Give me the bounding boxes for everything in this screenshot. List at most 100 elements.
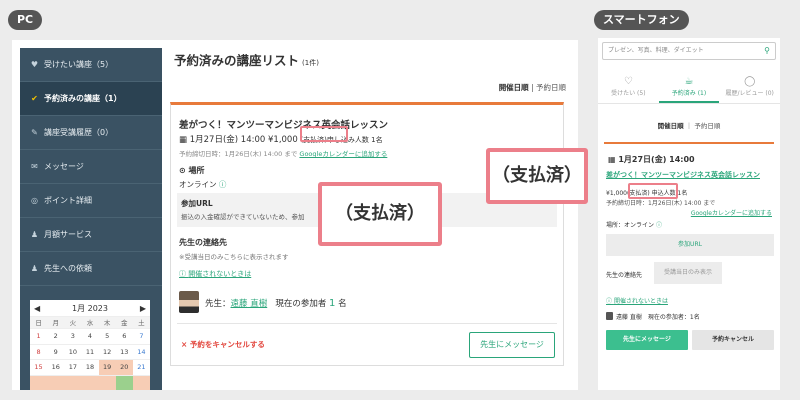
calendar-day[interactable]: 6 — [115, 328, 133, 344]
google-calendar-link[interactable]: Googleカレンダーに追加する — [299, 150, 387, 158]
smartphone-screen: プレゼン、写真、料理、ダイエット ⚲ ♡ 受けたい (5) ☕ 予約済み (1) ◯ 履歴/… — [598, 38, 780, 390]
sidebar-item-label: 予約済みの講座（1） — [44, 94, 122, 103]
teacher-name-link[interactable]: 遠藤 直樹 — [231, 299, 268, 309]
calendar-day[interactable] — [115, 374, 133, 390]
calendar-day[interactable]: 8 — [30, 343, 48, 360]
calendar-day[interactable]: 18 — [81, 359, 99, 375]
calendar-day[interactable]: 17 — [64, 359, 82, 375]
sp-course-title[interactable]: 差がつく！マンツーマンビジネス英会話レッスン — [606, 170, 760, 180]
sp-reservation-card: ▦ 1月27日(金) 14:00 差がつく！マンツーマンビジネス英会話レッスン … — [604, 142, 774, 362]
participant-count: 1 — [329, 298, 336, 309]
sort-options: 開催日順 | 予約日順 — [498, 83, 566, 92]
contact-notice: ※受講当日のみこちらに表示されます — [179, 253, 289, 261]
calendar-day[interactable]: 20 — [115, 359, 133, 375]
teacher-info: 先生：遠藤 直樹 現在の参加者 1 名 — [205, 298, 347, 309]
sp-deadline: 予約締切日時：1月26日(木) 14:00 まで — [606, 200, 716, 207]
course-title[interactable]: 差がつく！マンツーマンビジネス英会話レッスン — [179, 117, 388, 131]
not-held-help-link[interactable]: ⓘ 開催されないときは — [179, 269, 251, 279]
pc-label: PC — [8, 10, 43, 30]
sp-sort-event-date[interactable]: 開催日順 — [658, 122, 684, 130]
weekday-label: 月 — [47, 316, 65, 328]
calendar-day[interactable]: 14 — [132, 343, 150, 360]
sp-not-held-help-link[interactable]: ⓘ 開催されないときは — [606, 296, 668, 305]
cancel-reservation-link[interactable]: × 予約をキャンセルする — [181, 339, 265, 350]
sidebar-item-6[interactable]: ♟ 先生への依頼 — [20, 252, 162, 286]
calendar: ◀ 1月 2023 ▶ 日月火水木金土 1 2 3 4 5 6 7 8 9 10 11 12 13 14 15 16 1… — [30, 300, 150, 390]
calendar-day[interactable]: 1 — [30, 328, 48, 344]
teapot-icon: ☕ — [684, 76, 694, 87]
message-teacher-button[interactable]: 先生にメッセージ — [469, 332, 555, 358]
search-icon[interactable]: ⚲ — [764, 43, 770, 59]
sp-contact-value: 受講当日のみ表示 — [654, 262, 722, 284]
sp-tab-1[interactable]: ☕ 予約済み (1) — [658, 74, 720, 103]
calendar-day[interactable] — [98, 374, 116, 390]
sidebar-item-label: 講座受講履歴（0） — [44, 128, 114, 137]
calendar-day[interactable]: 15 — [30, 359, 48, 375]
sidebar-item-label: 先生への依頼 — [44, 264, 92, 273]
calendar-day[interactable]: 4 — [81, 328, 99, 344]
search-input[interactable]: プレゼン、写真、料理、ダイエット ⚲ — [602, 42, 776, 60]
people-icon: ♟ — [30, 230, 39, 239]
sp-message-teacher-button[interactable]: 先生にメッセージ — [606, 330, 688, 350]
sidebar-item-0[interactable]: ♥ 受けたい講座（5） — [20, 48, 162, 82]
calendar-day[interactable]: 5 — [98, 328, 116, 344]
calendar-day[interactable]: 21 — [132, 359, 150, 375]
calendar-day[interactable]: 10 — [64, 343, 82, 360]
sp-contact-label: 先生の連絡先 — [606, 272, 643, 279]
contact-heading: 先生の連絡先 — [179, 238, 227, 247]
sidebar-item-5[interactable]: ♟ 月額サービス — [20, 218, 162, 252]
place-heading: ⊙ 場所 — [179, 166, 205, 175]
weekday-label: 木 — [98, 316, 116, 328]
calendar-month: 1月 2023 — [72, 303, 108, 313]
sidebar-item-4[interactable]: ◎ ポイント詳細 — [20, 184, 162, 218]
sp-tab-0[interactable]: ♡ 受けたい (5) — [598, 74, 659, 103]
calendar-icon: ▦ — [608, 155, 616, 164]
calendar-day[interactable] — [47, 374, 65, 390]
calendar-day[interactable]: 11 — [81, 343, 99, 360]
sp-date: ▦ 1月27日(金) 14:00 — [608, 155, 695, 164]
help-circle-icon: ⓘ — [179, 270, 186, 278]
payment-status-callout: （支払済） — [318, 182, 442, 246]
sp-payment-status-highlight — [628, 183, 678, 199]
calendar-day[interactable] — [81, 374, 99, 390]
people-icon: ♟ — [30, 264, 39, 273]
sp-payment-status-callout: （支払済） — [486, 148, 588, 204]
sidebar-item-label: 月額サービス — [44, 230, 92, 239]
calendar-day[interactable] — [132, 374, 150, 390]
sidebar-item-3[interactable]: ✉ メッセージ — [20, 150, 162, 184]
page-title: 予約済みの講座リスト (1件) — [174, 53, 319, 68]
calendar-day[interactable] — [64, 374, 82, 390]
calendar-day[interactable]: 13 — [115, 343, 133, 360]
calendar-day[interactable]: 12 — [98, 343, 116, 360]
calendar-day[interactable] — [30, 374, 48, 390]
calendar-icon: ▦ — [179, 135, 188, 145]
sidebar: ♥ 受けたい講座（5） ✔ 予約済みの講座（1） ✎ 講座受講履歴（0） ✉ メッセージ ◎ ポイ… — [20, 48, 162, 390]
sort-by-event-date[interactable]: 開催日順 — [499, 83, 529, 92]
sp-teacher-info: 遠藤 直樹 現在の参加者：1名 — [616, 314, 700, 321]
location-pin-icon: ⊙ — [179, 166, 186, 175]
sp-cancel-reservation-button[interactable]: 予約キャンセル — [692, 330, 774, 350]
calendar-day[interactable]: 16 — [47, 359, 65, 375]
payment-status-highlight — [300, 126, 348, 142]
weekday-label: 土 — [132, 316, 150, 328]
sort-by-booking-date[interactable]: 予約日順 — [536, 83, 566, 92]
deadline: 予約締切日時：1月26日(木) 14:00 まで Googleカレンダーに追加す… — [179, 150, 388, 158]
place-value: オンライン ⓘ — [179, 180, 227, 189]
help-icon[interactable]: ⓘ — [656, 222, 662, 229]
calendar-day[interactable]: 19 — [98, 359, 116, 375]
prev-month-button[interactable]: ◀ — [34, 304, 40, 313]
help-icon[interactable]: ⓘ — [219, 180, 227, 189]
calendar-day[interactable]: 7 — [132, 328, 150, 344]
calendar-day[interactable]: 2 — [47, 328, 65, 344]
sp-google-calendar-link[interactable]: Googleカレンダーに追加する — [691, 208, 772, 217]
calendar-day[interactable]: 3 — [64, 328, 82, 344]
url-notice: 振込の入金確認ができていないため、参加 — [181, 213, 305, 221]
sidebar-item-label: ポイント詳細 — [44, 196, 92, 205]
next-month-button[interactable]: ▶ — [140, 304, 146, 313]
sp-participation-url-button[interactable]: 参加URL — [606, 234, 774, 256]
sidebar-item-1[interactable]: ✔ 予約済みの講座（1） — [20, 82, 162, 116]
sidebar-item-2[interactable]: ✎ 講座受講履歴（0） — [20, 116, 162, 150]
sp-sort-booking-date[interactable]: 予約日順 — [694, 122, 720, 130]
calendar-day[interactable]: 9 — [47, 343, 65, 360]
sp-tab-2[interactable]: ◯ 履歴/レビュー (0) — [719, 74, 780, 103]
